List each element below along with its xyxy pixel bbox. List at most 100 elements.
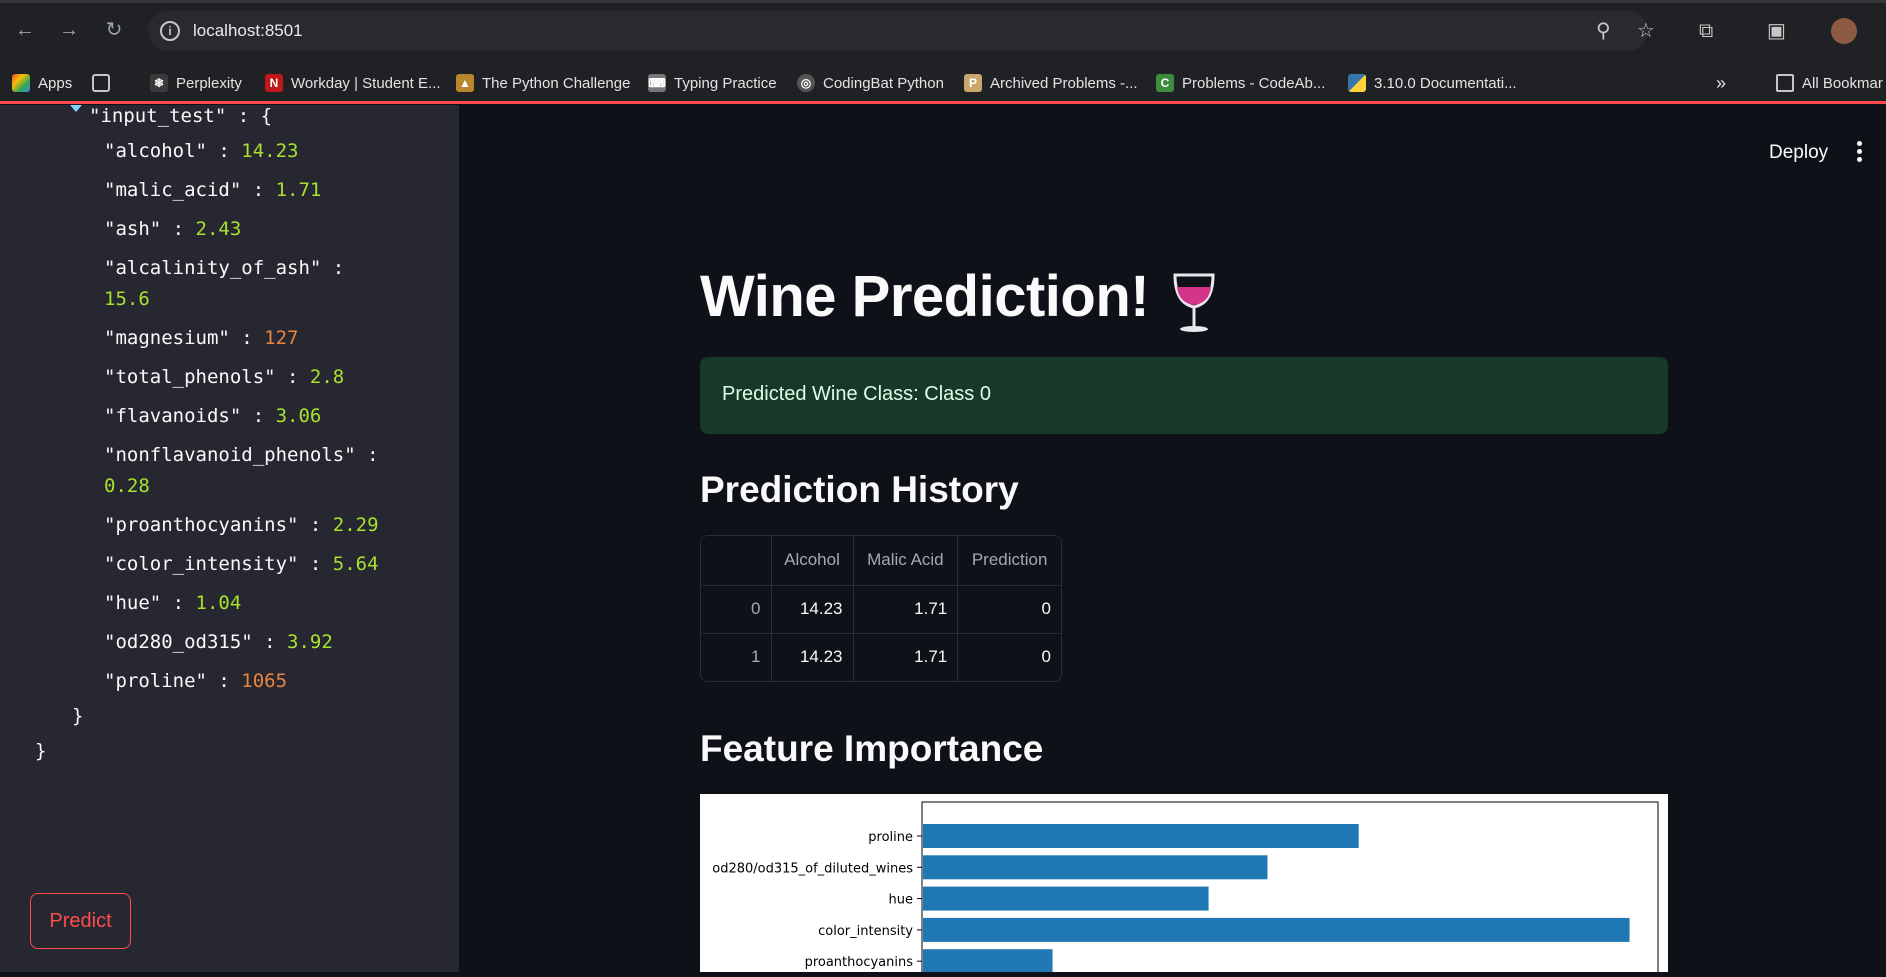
chart-bar	[923, 855, 1268, 880]
chart-bar	[923, 886, 1209, 911]
site-info-icon[interactable]: i	[160, 21, 180, 41]
column-header-alcohol[interactable]: Alcohol	[771, 536, 854, 586]
json-field-value: 15.6	[104, 288, 150, 310]
codeabbey-icon: C	[1156, 74, 1174, 92]
bookmark-grid[interactable]	[92, 71, 118, 95]
bookmark-apps[interactable]: Apps	[12, 71, 72, 95]
tab-strip-edge	[0, 0, 1886, 3]
json-field-value: 127	[264, 327, 299, 349]
column-header-index[interactable]	[701, 536, 772, 586]
json-field-value: 2.29	[332, 514, 379, 536]
json-field-value: 1065	[241, 670, 288, 692]
bookmark-codeabbey[interactable]: C Problems - CodeAb...	[1156, 71, 1325, 95]
json-field-value: 1.71	[275, 179, 322, 201]
json-field-key: "total_phenols"	[104, 366, 276, 388]
json-field-key: "proline"	[104, 670, 207, 692]
back-icon[interactable]: ←	[12, 17, 38, 43]
json-field-value: 2.43	[195, 218, 242, 240]
json-field-key: "nonflavanoid_phenols"	[104, 444, 356, 466]
forward-icon[interactable]: →	[56, 17, 82, 43]
wine-glass-icon	[1173, 273, 1215, 332]
json-field-key: "od280_od315"	[104, 631, 253, 653]
bookmark-typing-practice[interactable]: ⌨ Typing Practice	[648, 71, 777, 95]
history-table[interactable]: Alcohol Malic Acid Prediction 0 14.23 1.…	[700, 535, 1062, 682]
reload-icon[interactable]: ↻	[101, 17, 127, 43]
cell-malic-acid[interactable]: 1.71	[853, 633, 959, 681]
json-field-value: 5.64	[332, 553, 379, 575]
bookmarks-overflow-icon[interactable]: »	[1716, 71, 1726, 95]
collapse-caret-icon[interactable]	[70, 105, 82, 112]
json-field-value: 0.28	[104, 475, 150, 497]
all-bookmarks[interactable]: All Bookmar	[1776, 71, 1883, 95]
cell-prediction[interactable]: 0	[958, 633, 1061, 681]
prediction-alert-text: Predicted Wine Class: Class 0	[722, 383, 991, 405]
json-field: "alcalinity_of_ash" :	[104, 257, 345, 279]
json-field: "nonflavanoid_phenols" :	[104, 444, 379, 466]
bookmark-perplexity[interactable]: ❄ Perplexity	[150, 71, 242, 95]
python-challenge-icon: ▲	[456, 74, 474, 92]
globe-icon: ◎	[797, 74, 815, 92]
bookmark-archived-problems[interactable]: P Archived Problems -...	[964, 71, 1138, 95]
bookmark-workday[interactable]: N Workday | Student E...	[265, 71, 441, 95]
folder-icon	[1776, 74, 1794, 92]
main-content: Deploy Wine Prediction! Predicted Wine C…	[459, 105, 1886, 977]
zoom-icon[interactable]: ⚲	[1596, 18, 1611, 44]
bookmark-label: The Python Challenge	[482, 74, 631, 92]
json-field-key: "alcohol"	[104, 140, 207, 162]
json-field: "malic_acid" : 1.71	[104, 179, 322, 201]
json-field-value: 3.92	[287, 631, 333, 653]
history-heading: Prediction History	[700, 469, 1019, 510]
cast-search-icon[interactable]: ▣	[1767, 18, 1786, 44]
cell-alcohol[interactable]: 14.23	[771, 585, 854, 634]
json-field-key: "flavanoids"	[104, 405, 242, 427]
bookmark-label: Workday | Student E...	[291, 74, 441, 92]
json-field: "proanthocyanins" : 2.29	[104, 514, 379, 536]
address-bar[interactable]: i localhost:8501	[148, 11, 1648, 51]
chart-bar	[923, 949, 1053, 974]
feature-importance-chart: proline od280/od315_of_diluted_wines hue co…	[700, 794, 1668, 977]
json-field: "flavanoids" : 3.06	[104, 405, 322, 427]
chart-tick-label: color_intensity	[818, 924, 913, 939]
project-euler-icon: P	[964, 74, 982, 92]
bookmark-star-icon[interactable]: ☆	[1637, 18, 1655, 44]
json-root-key: "input_test"	[89, 105, 227, 127]
main-menu-icon[interactable]	[1857, 141, 1863, 163]
chart-tick-label: proline	[868, 830, 913, 845]
json-field: "od280_od315" : 3.92	[104, 631, 333, 653]
profile-avatar[interactable]	[1831, 18, 1857, 44]
bookmark-python-challenge[interactable]: ▲ The Python Challenge	[456, 71, 630, 95]
bookmark-codingbat[interactable]: ◎ CodingBat Python	[797, 71, 944, 95]
json-field: "magnesium" : 127	[104, 327, 299, 349]
predict-button[interactable]: Predict	[30, 893, 131, 949]
table-row: 0 14.23 1.71 0	[701, 585, 1061, 634]
cell-prediction[interactable]: 0	[957, 585, 1061, 634]
json-field: "hue" : 1.04	[104, 592, 242, 614]
apps-grid-icon	[12, 74, 30, 92]
json-close-brace: }	[72, 705, 84, 727]
table-row: 1 14.23 1.71 0	[701, 633, 1061, 681]
extensions-icon[interactable]: ⧉	[1699, 18, 1713, 44]
bookmark-python-docs[interactable]: 3.10.0 Documentati...	[1348, 71, 1517, 95]
json-field-key: "hue"	[104, 592, 162, 614]
json-field-value: 3.06	[275, 405, 322, 427]
json-field-wrap: 0.28	[104, 475, 150, 497]
workday-icon: N	[265, 74, 283, 92]
json-field-wrap: 15.6	[104, 288, 150, 310]
json-field-key: "magnesium"	[104, 327, 230, 349]
json-field: "alcohol" : 14.23	[104, 140, 299, 162]
json-field-key: "malic_acid"	[104, 179, 242, 201]
json-root-line: "input_test" : {	[89, 105, 273, 127]
chart-tick-label: proanthocyanins	[805, 955, 914, 970]
cell-malic-acid[interactable]: 1.71	[853, 585, 959, 634]
url-text[interactable]: localhost:8501	[193, 21, 303, 41]
json-field-key: "proanthocyanins"	[104, 514, 299, 536]
cell-alcohol[interactable]: 14.23	[771, 633, 854, 681]
chart-bar	[923, 824, 1359, 848]
bookmark-label: Perplexity	[176, 74, 242, 92]
bookmark-label: CodingBat Python	[823, 74, 944, 92]
column-header-prediction[interactable]: Prediction	[957, 536, 1061, 586]
deploy-button[interactable]: Deploy	[1769, 142, 1828, 164]
importance-heading: Feature Importance	[700, 728, 1044, 769]
column-header-malic-acid[interactable]: Malic Acid	[853, 536, 959, 586]
perplexity-icon: ❄	[150, 74, 168, 92]
